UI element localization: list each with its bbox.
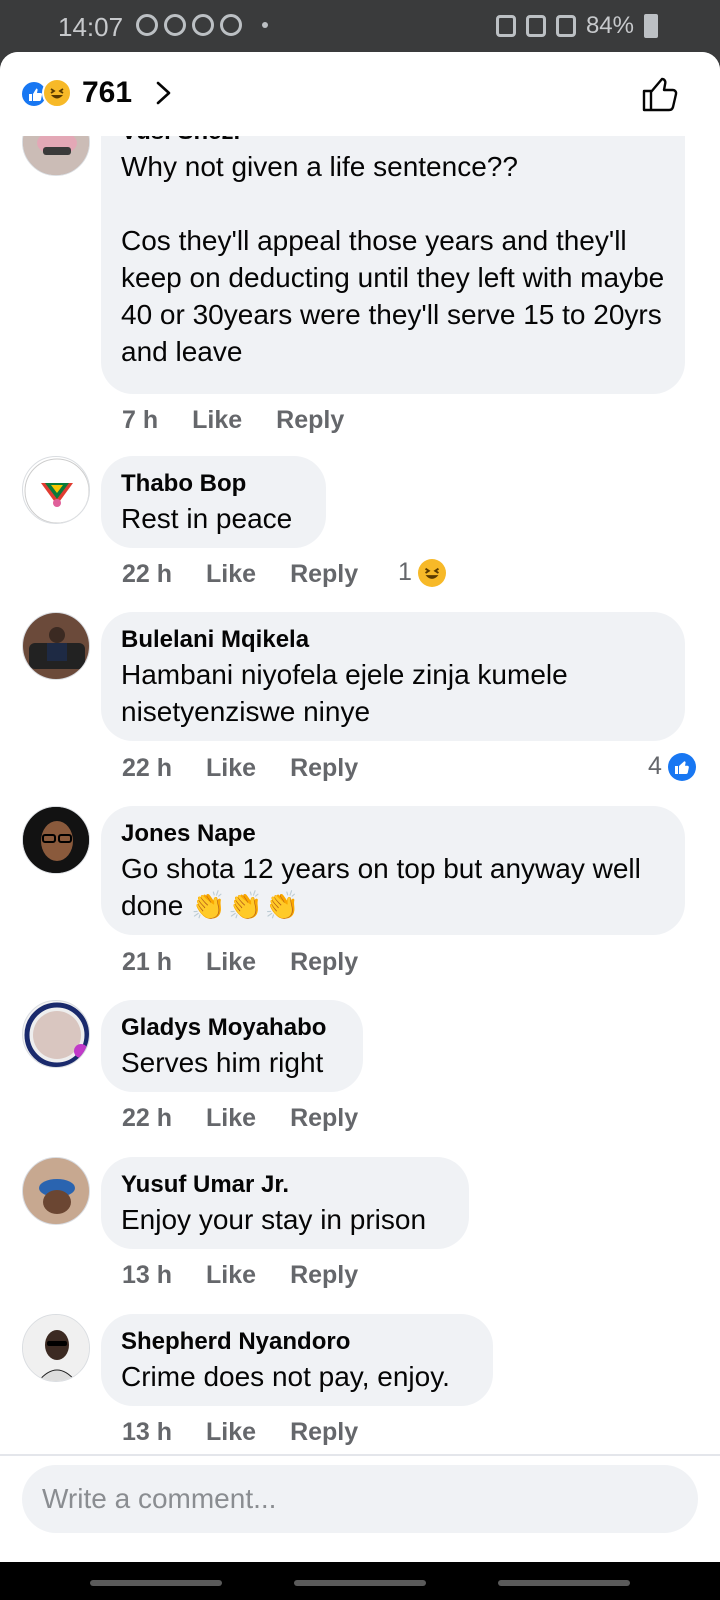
comment-bubble[interactable]: Vusi Shezi Why not given a life sentence… [101, 136, 685, 394]
system-nav-bar [0, 1562, 720, 1600]
comment-actions: 21 h Like Reply [122, 948, 358, 977]
comment-bubble[interactable]: Shepherd Nyandoro Crime does not pay, en… [101, 1314, 493, 1406]
like-comment-button[interactable]: Like [192, 406, 242, 435]
avatar[interactable] [22, 1000, 90, 1068]
status-bar: 14:07 84% [0, 0, 720, 52]
reply-button[interactable]: Reply [290, 560, 358, 589]
comment-reactions[interactable]: 1 [398, 558, 446, 587]
comment-actions: 13 h Like Reply [122, 1261, 358, 1290]
mute-icon [525, 15, 546, 37]
like-icon [667, 752, 696, 781]
more-notifications-dot [262, 22, 268, 28]
avatar[interactable] [22, 612, 90, 680]
status-time: 14:07 [58, 12, 124, 42]
comment-reaction-count: 4 [648, 752, 662, 780]
notification-icons [136, 14, 268, 36]
avatar[interactable] [22, 1157, 90, 1225]
like-comment-button[interactable]: Like [206, 560, 256, 589]
like-comment-button[interactable]: Like [206, 754, 256, 783]
like-comment-button[interactable]: Like [206, 1104, 256, 1133]
reply-button[interactable]: Reply [290, 1261, 358, 1290]
comment-bubble[interactable]: Bulelani Mqikela Hambani niyofela ejele … [101, 612, 685, 741]
commenter-name[interactable]: Gladys Moyahabo [121, 1012, 343, 1044]
comment-text: Hambani niyofela ejele zinja kumele nise… [121, 659, 568, 727]
haha-icon [417, 558, 446, 587]
comment-text: Crime does not pay, enjoy. [121, 1361, 450, 1392]
like-comment-button[interactable]: Like [206, 1418, 256, 1447]
comment-text: Why not given a life sentence?? Cos they… [121, 151, 665, 367]
comment-actions: 13 h Like Reply [122, 1418, 358, 1447]
commenter-name[interactable]: Bulelani Mqikela [121, 624, 665, 656]
battery-icon [644, 14, 658, 38]
comment-input[interactable] [22, 1465, 698, 1533]
reaction-icons [20, 78, 80, 110]
avatar[interactable] [22, 1314, 90, 1382]
commenter-name[interactable]: Vusi Shezi [121, 136, 665, 148]
reply-button[interactable]: Reply [290, 754, 358, 783]
reply-button[interactable]: Reply [290, 948, 358, 977]
comment-text: Serves him right [121, 1047, 324, 1078]
chevron-right-icon[interactable] [152, 80, 176, 106]
comment-time[interactable]: 21 h [122, 948, 172, 977]
comment-bubble[interactable]: Thabo Bop Rest in peace [101, 456, 326, 548]
comments-sheet: 761 Vusi Shezi Why not given a life sent… [0, 52, 720, 1562]
notification-icon [136, 14, 158, 36]
like-comment-button[interactable]: Like [206, 1261, 256, 1290]
clapping-hands-emoji: 👏👏👏 [191, 890, 302, 921]
comment-time[interactable]: 7 h [122, 406, 158, 435]
comment-time[interactable]: 22 h [122, 1104, 172, 1133]
notification-icon [164, 14, 186, 36]
avatar[interactable] [22, 806, 90, 874]
battery-percent: 84% [585, 12, 634, 39]
nav-back-button[interactable] [498, 1580, 630, 1586]
comment-text: Go shota 12 years on top but anyway well… [121, 850, 665, 924]
status-indicators: 84% [495, 12, 658, 40]
commenter-name[interactable]: Yusuf Umar Jr. [121, 1169, 449, 1201]
reaction-count[interactable]: 761 [82, 76, 132, 110]
comment-time[interactable]: 13 h [122, 1418, 172, 1447]
comment-reaction-count: 1 [398, 558, 412, 586]
commenter-name[interactable]: Shepherd Nyandoro [121, 1326, 473, 1358]
reply-button[interactable]: Reply [290, 1104, 358, 1133]
like-comment-button[interactable]: Like [206, 948, 256, 977]
nav-home-button[interactable] [294, 1580, 426, 1586]
reactions-header[interactable]: 761 [0, 52, 720, 136]
comment-actions: 22 h Like Reply [122, 1104, 358, 1133]
comment-reactions[interactable]: 4 [648, 752, 696, 781]
like-post-button[interactable] [640, 74, 680, 114]
comment-text: Rest in peace [121, 503, 293, 534]
commenter-name[interactable]: Thabo Bop [121, 468, 306, 500]
comment-composer[interactable] [22, 1465, 698, 1533]
alarm-icon [495, 15, 516, 37]
comment-time[interactable]: 22 h [122, 560, 172, 589]
comment-actions: 22 h Like Reply [122, 754, 358, 783]
nav-recents-button[interactable] [90, 1580, 222, 1586]
notification-icon [220, 14, 242, 36]
reply-button[interactable]: Reply [276, 406, 344, 435]
commenter-name[interactable]: Jones Nape [121, 818, 665, 850]
comment-actions: 22 h Like Reply [122, 560, 358, 589]
avatar[interactable] [22, 136, 90, 176]
comment-bubble[interactable]: Yusuf Umar Jr. Enjoy your stay in prison [101, 1157, 469, 1249]
haha-icon [42, 78, 72, 108]
comment-time[interactable]: 13 h [122, 1261, 172, 1290]
notification-icon [192, 14, 214, 36]
comment-time[interactable]: 22 h [122, 754, 172, 783]
comment-bubble[interactable]: Jones Nape Go shota 12 years on top but … [101, 806, 685, 935]
reply-button[interactable]: Reply [290, 1418, 358, 1447]
composer-divider [0, 1454, 720, 1456]
comment-bubble[interactable]: Gladys Moyahabo Serves him right [101, 1000, 363, 1092]
comment-text: Enjoy your stay in prison [121, 1204, 427, 1235]
comment-list[interactable]: Vusi Shezi Why not given a life sentence… [0, 136, 720, 1454]
wifi-icon [555, 15, 576, 37]
avatar[interactable] [22, 456, 90, 524]
comment-actions: 7 h Like Reply [122, 406, 344, 435]
